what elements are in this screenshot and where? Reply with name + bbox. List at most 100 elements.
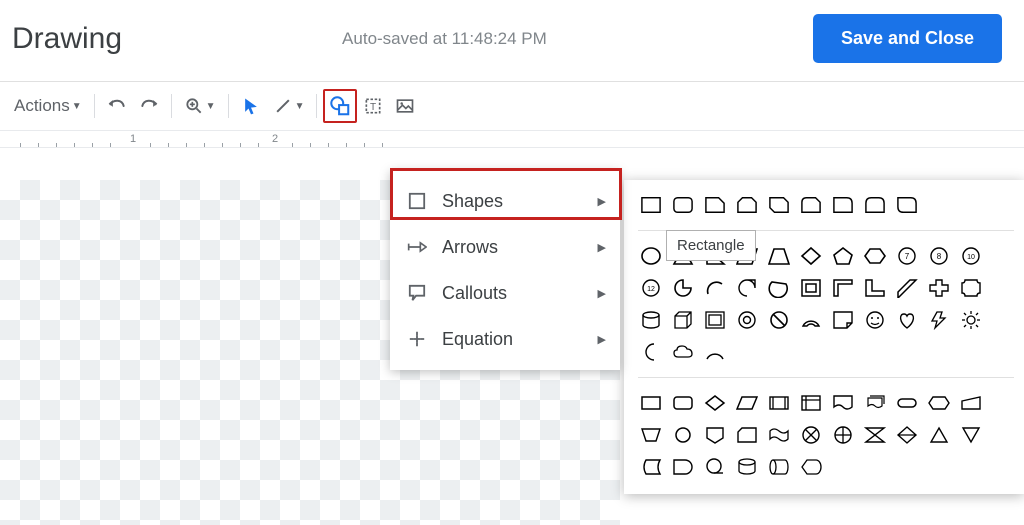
shape-flow-multidocument[interactable] xyxy=(862,390,888,416)
shape-round-diagonal[interactable] xyxy=(894,192,920,218)
shape-cube[interactable] xyxy=(670,307,696,333)
shape-octagon[interactable]: 8 xyxy=(926,243,952,269)
shape-chord[interactable] xyxy=(766,275,792,301)
shape-flow-manual-input[interactable] xyxy=(958,390,984,416)
shape-flow-punched-tape[interactable] xyxy=(766,422,792,448)
shape-frame[interactable] xyxy=(798,275,824,301)
shape-flow-magnetic-disk[interactable] xyxy=(734,454,760,480)
shape-hexagon[interactable] xyxy=(862,243,888,269)
shape-snip-diagonal[interactable] xyxy=(766,192,792,218)
menu-equation[interactable]: Equation ▶ xyxy=(390,316,620,362)
actions-label: Actions xyxy=(14,96,70,116)
submenu-arrow-icon: ▶ xyxy=(598,195,606,208)
shape-pie[interactable] xyxy=(670,275,696,301)
submenu-arrow-icon: ▶ xyxy=(598,241,606,254)
shape-flow-preparation[interactable] xyxy=(926,390,952,416)
tooltip: Rectangle xyxy=(666,230,756,261)
shape-flow-sequential-access[interactable] xyxy=(702,454,728,480)
zoom-icon xyxy=(184,96,204,116)
shape-cloud[interactable] xyxy=(670,339,696,365)
undo-button[interactable] xyxy=(101,89,133,123)
shape-flow-delay[interactable] xyxy=(670,454,696,480)
shape-flow-card[interactable] xyxy=(734,422,760,448)
shape-decagon[interactable]: 10 xyxy=(958,243,984,269)
textbox-tool[interactable]: T xyxy=(357,89,389,123)
separator xyxy=(94,94,95,118)
menu-arrows[interactable]: Arrows ▶ xyxy=(390,224,620,270)
shape-flow-data[interactable] xyxy=(734,390,760,416)
shape-teardrop[interactable] xyxy=(734,275,760,301)
shape-rectangle[interactable] xyxy=(638,192,664,218)
shape-rounded-rectangle[interactable] xyxy=(670,192,696,218)
shape-snip-round[interactable] xyxy=(798,192,824,218)
shape-flow-sort[interactable] xyxy=(894,422,920,448)
shape-snip-same-side[interactable] xyxy=(734,192,760,218)
shape-smiley[interactable] xyxy=(862,307,888,333)
shape-can[interactable] xyxy=(638,307,664,333)
ruler-mark: 1 xyxy=(130,133,136,145)
shapes-group-flowchart xyxy=(638,390,1014,480)
shape-flow-collate[interactable] xyxy=(862,422,888,448)
shape-diagonal-stripe[interactable] xyxy=(894,275,920,301)
select-tool[interactable] xyxy=(235,89,267,123)
save-and-close-button[interactable]: Save and Close xyxy=(813,14,1002,63)
shape-moon[interactable] xyxy=(638,339,664,365)
zoom-button[interactable]: ▼ xyxy=(178,89,222,123)
menu-callouts[interactable]: Callouts ▶ xyxy=(390,270,620,316)
menu-label: Callouts xyxy=(442,283,507,304)
svg-text:8: 8 xyxy=(937,252,942,261)
shape-sun[interactable] xyxy=(958,307,984,333)
shape-flow-merge[interactable] xyxy=(958,422,984,448)
shape-round-same-side[interactable] xyxy=(862,192,888,218)
shape-flow-internal-storage[interactable] xyxy=(798,390,824,416)
shape-flow-or[interactable] xyxy=(830,422,856,448)
shape-round-corner[interactable] xyxy=(830,192,856,218)
shape-flow-manual-operation[interactable] xyxy=(638,422,664,448)
shape-no-symbol[interactable] xyxy=(766,307,792,333)
shape-tool[interactable] xyxy=(323,89,357,123)
shape-diamond[interactable] xyxy=(798,243,824,269)
shape-heart[interactable] xyxy=(894,307,920,333)
image-tool[interactable] xyxy=(389,89,421,123)
shape-lightning[interactable] xyxy=(926,307,952,333)
svg-text:7: 7 xyxy=(905,252,910,261)
shape-pentagon[interactable] xyxy=(830,243,856,269)
shape-flow-display[interactable] xyxy=(798,454,824,480)
shape-folded-corner[interactable] xyxy=(830,307,856,333)
submenu-arrow-icon: ▶ xyxy=(598,287,606,300)
shape-flow-decision[interactable] xyxy=(702,390,728,416)
shape-oval[interactable] xyxy=(638,243,664,269)
menu-shapes[interactable]: Shapes ▶ xyxy=(390,178,620,224)
header: Drawing Auto-saved at 11:48:24 PM Save a… xyxy=(0,0,1024,81)
shape-dodecagon[interactable]: 12 xyxy=(638,275,664,301)
actions-menu[interactable]: Actions ▼ xyxy=(8,89,88,123)
shape-cross[interactable] xyxy=(926,275,952,301)
shape-arc[interactable] xyxy=(702,275,728,301)
shape-plaque[interactable] xyxy=(958,275,984,301)
shape-flow-alt-process[interactable] xyxy=(670,390,696,416)
shape-flow-predefined[interactable] xyxy=(766,390,792,416)
shape-donut[interactable] xyxy=(734,307,760,333)
shape-block-arc[interactable] xyxy=(798,307,824,333)
shape-flow-document[interactable] xyxy=(830,390,856,416)
shape-flow-process[interactable] xyxy=(638,390,664,416)
shape-flow-extract[interactable] xyxy=(926,422,952,448)
shape-flow-connector[interactable] xyxy=(670,422,696,448)
shape-flow-offpage[interactable] xyxy=(702,422,728,448)
shape-flow-stored-data[interactable] xyxy=(638,454,664,480)
plus-icon xyxy=(404,330,430,348)
line-tool[interactable]: ▼ xyxy=(267,89,311,123)
shape-trapezoid[interactable] xyxy=(766,243,792,269)
shape-snip-corner[interactable] xyxy=(702,192,728,218)
shape-flow-summing[interactable] xyxy=(798,422,824,448)
shape-flow-terminator[interactable] xyxy=(894,390,920,416)
shape-arc-shape[interactable] xyxy=(702,339,728,365)
shape-flow-direct-access[interactable] xyxy=(766,454,792,480)
shape-half-frame[interactable] xyxy=(830,275,856,301)
shape-l-shape[interactable] xyxy=(862,275,888,301)
menu-label: Shapes xyxy=(442,191,503,212)
redo-button[interactable] xyxy=(133,89,165,123)
shape-bevel[interactable] xyxy=(702,307,728,333)
shape-heptagon[interactable]: 7 xyxy=(894,243,920,269)
cursor-icon xyxy=(241,96,261,116)
